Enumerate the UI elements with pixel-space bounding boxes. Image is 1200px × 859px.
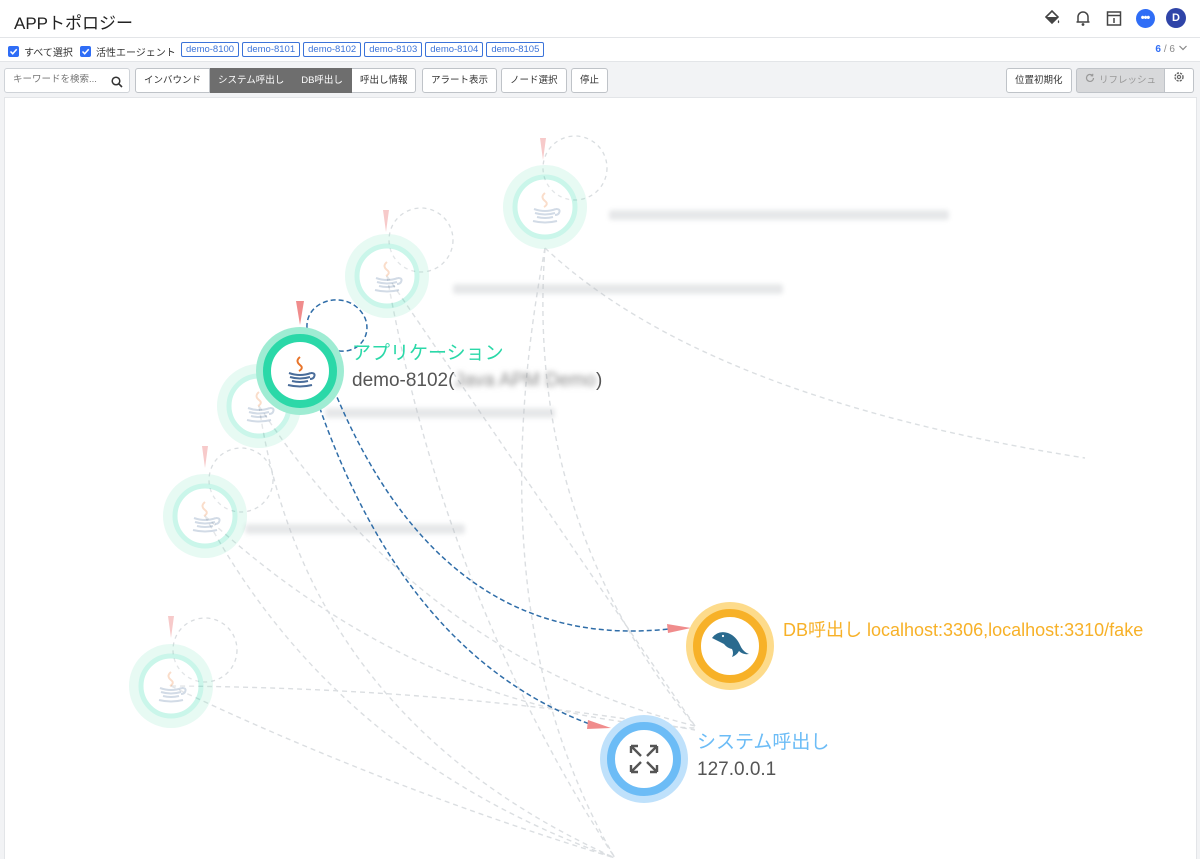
chat-icon[interactable]: ••• bbox=[1135, 8, 1155, 28]
agent-filter-bar: すべて選択 活性エージェント demo-8100 demo-8101 demo-… bbox=[0, 38, 1200, 62]
select-all-checkbox[interactable]: すべて選択 bbox=[8, 44, 73, 59]
db-node bbox=[686, 602, 774, 690]
call-info-toggle[interactable]: 呼出し情報 bbox=[351, 68, 417, 93]
stop-button[interactable]: 停止 bbox=[571, 68, 609, 93]
app-name-label: demo-8102(Java APM Demo) bbox=[352, 370, 602, 392]
active-agent-checkbox[interactable]: 活性エージェント bbox=[80, 44, 176, 59]
app-name-suffix: ) bbox=[595, 370, 603, 391]
topology-toolbar: インバウンド システム呼出し DB呼出し 呼出し情報 アラート表示 ノード選択 … bbox=[0, 63, 1200, 97]
page-title: APPトポロジー bbox=[14, 14, 134, 33]
agent-count[interactable]: 6 / 6 bbox=[1155, 44, 1188, 55]
agent-tag[interactable]: demo-8104 bbox=[425, 42, 484, 57]
agent-tag[interactable]: demo-8101 bbox=[242, 42, 301, 57]
paint-bucket-icon[interactable] bbox=[1042, 8, 1062, 28]
refresh-icon bbox=[1085, 69, 1095, 92]
reset-group: 位置初期化 bbox=[1006, 68, 1072, 93]
system-address-label: 127.0.0.1 bbox=[697, 759, 777, 780]
select-all-label: すべて選択 bbox=[24, 48, 73, 59]
reset-position-button[interactable]: 位置初期化 bbox=[1006, 68, 1072, 93]
agent-tag[interactable]: demo-8102 bbox=[303, 42, 362, 57]
header-actions: ••• D bbox=[1042, 8, 1186, 28]
refresh-button[interactable]: リフレッシュ bbox=[1076, 68, 1166, 93]
system-node bbox=[600, 715, 688, 803]
avatar-initial: D bbox=[1166, 8, 1186, 28]
agent-tag[interactable]: demo-8100 bbox=[181, 42, 240, 57]
agent-count-total: / 6 bbox=[1163, 44, 1175, 55]
db-call-toggle[interactable]: DB呼出し bbox=[293, 68, 352, 93]
chat-badge: ••• bbox=[1135, 8, 1155, 28]
node-select-group: ノード選択 bbox=[501, 68, 567, 93]
calendar-icon[interactable] bbox=[1104, 8, 1124, 28]
active-agent-label: 活性エージェント bbox=[96, 48, 176, 59]
app-name-blurred: Java APM Demo bbox=[454, 370, 596, 391]
db-node-label: DB呼出し localhost:3306,localhost:3310/fake bbox=[783, 620, 1144, 640]
system-call-toggle[interactable]: システム呼出し bbox=[210, 68, 294, 93]
inbound-toggle[interactable]: インバウンド bbox=[135, 68, 211, 93]
active-edges bbox=[316, 389, 678, 727]
agent-tag[interactable]: demo-8105 bbox=[486, 42, 545, 57]
agent-tag-list: demo-8100 demo-8101 demo-8102 demo-8103 … bbox=[181, 42, 545, 57]
topology-graph bbox=[129, 135, 1086, 859]
checkbox-checked-icon bbox=[80, 46, 91, 57]
call-mode-toggle-group: インバウンド システム呼出し DB呼出し 呼出し情報 bbox=[135, 68, 417, 93]
checkbox-checked-icon bbox=[8, 46, 19, 57]
alert-display-button[interactable]: アラート表示 bbox=[422, 68, 498, 93]
search-icon[interactable] bbox=[111, 75, 123, 93]
search-input[interactable] bbox=[13, 74, 109, 85]
user-avatar[interactable]: D bbox=[1166, 8, 1186, 28]
refresh-label: リフレッシュ bbox=[1099, 75, 1157, 86]
node-select-button[interactable]: ノード選択 bbox=[501, 68, 567, 93]
system-category-label: システム呼出し bbox=[697, 732, 830, 753]
app-category-label: アプリケーション bbox=[352, 343, 504, 364]
settings-button[interactable] bbox=[1165, 68, 1195, 93]
refresh-group: リフレッシュ bbox=[1076, 68, 1195, 93]
topology-canvas[interactable]: アプリケーション demo-8102(Java APM Demo) DB呼出し … bbox=[4, 97, 1197, 859]
agent-tag[interactable]: demo-8103 bbox=[364, 42, 423, 57]
bell-icon[interactable] bbox=[1073, 8, 1093, 28]
selected-app-node bbox=[256, 327, 344, 415]
app-header: APPトポロジー ••• D bbox=[0, 0, 1200, 38]
app-name-prefix: demo-8102( bbox=[352, 370, 455, 391]
alert-group: アラート表示 bbox=[422, 68, 498, 93]
agent-count-current: 6 bbox=[1155, 44, 1161, 55]
gear-icon bbox=[1173, 69, 1185, 92]
search-box[interactable] bbox=[4, 68, 130, 93]
stop-group: 停止 bbox=[571, 68, 609, 93]
chevron-down-icon bbox=[1178, 44, 1188, 55]
